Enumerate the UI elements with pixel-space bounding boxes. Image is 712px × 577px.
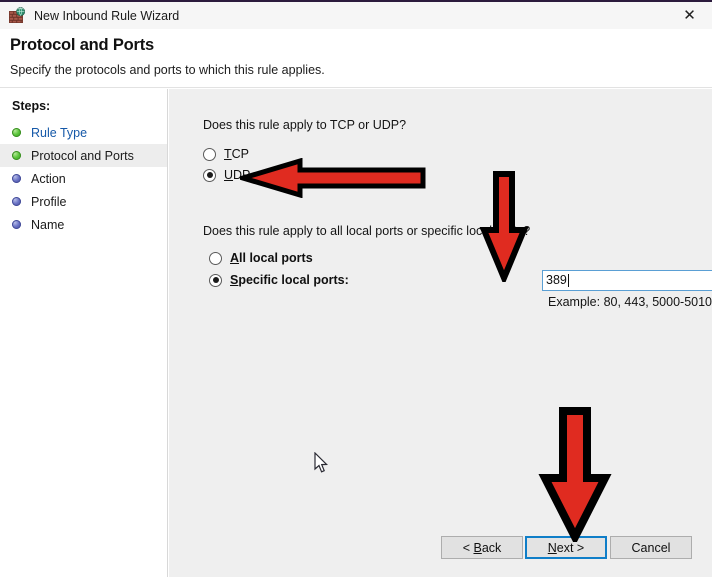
ports-example-hint: Example: 80, 443, 5000-5010: [548, 295, 712, 309]
radio-indicator: [209, 274, 222, 287]
label-rest: DP: [233, 168, 250, 182]
step-status-icon: [12, 197, 21, 206]
main-panel: Does this rule apply to TCP or UDP? TCP …: [169, 89, 712, 577]
step-status-icon: [12, 174, 21, 183]
sidebar-item-label: Name: [31, 218, 64, 232]
steps-heading: Steps:: [12, 99, 167, 113]
sidebar-item-label: Rule Type: [31, 126, 87, 140]
next-button[interactable]: Next >: [525, 536, 607, 559]
cancel-button[interactable]: Cancel: [610, 536, 692, 559]
page-title: Protocol and Ports: [10, 36, 154, 55]
radio-specific-local-ports[interactable]: Specific local ports:: [209, 273, 349, 287]
protocol-question: Does this rule apply to TCP or UDP?: [203, 118, 406, 132]
specific-ports-value: 389: [546, 271, 567, 290]
title-bar: New Inbound Rule Wizard ✕: [0, 2, 712, 29]
sidebar-item-label: Action: [31, 172, 66, 186]
accel-char: U: [224, 168, 233, 182]
radio-all-local-ports[interactable]: All local ports: [209, 251, 313, 265]
label-rest: CP: [232, 147, 249, 161]
accel-char: N: [548, 541, 557, 555]
sidebar-item-protocol-and-ports[interactable]: Protocol and Ports: [0, 144, 167, 167]
radio-indicator: [209, 252, 222, 265]
radio-tcp[interactable]: TCP: [203, 147, 249, 161]
window-title: New Inbound Rule Wizard: [34, 9, 179, 23]
label-rest: pecific local ports:: [238, 273, 348, 287]
steps-sidebar: Steps: Rule Type Protocol and Ports Acti…: [0, 89, 168, 577]
label-rest: ext >: [557, 541, 584, 555]
label-rest: ll local ports: [239, 251, 313, 265]
sidebar-item-name[interactable]: Name: [0, 213, 167, 236]
ports-question: Does this rule apply to all local ports …: [203, 224, 530, 238]
sidebar-item-action[interactable]: Action: [0, 167, 167, 190]
specific-ports-input[interactable]: 389: [542, 270, 712, 291]
back-button[interactable]: < Back: [441, 536, 523, 559]
radio-udp[interactable]: UDP: [203, 168, 250, 182]
sidebar-item-rule-type[interactable]: Rule Type: [0, 121, 167, 144]
label-rest: ack: [482, 541, 501, 555]
radio-specific-local-ports-label: Specific local ports:: [230, 273, 349, 287]
radio-all-local-ports-label: All local ports: [230, 251, 313, 265]
step-status-icon: [12, 220, 21, 229]
next-button-label: Next >: [548, 541, 584, 555]
wizard-window: New Inbound Rule Wizard ✕ Protocol and P…: [0, 0, 712, 575]
page-header: Protocol and Ports Specify the protocols…: [0, 29, 712, 88]
radio-indicator: [203, 169, 216, 182]
accel-char: A: [230, 251, 239, 265]
firewall-globe-icon: [8, 7, 26, 24]
sidebar-item-profile[interactable]: Profile: [0, 190, 167, 213]
mouse-cursor-icon: [314, 452, 330, 476]
close-button[interactable]: ✕: [667, 2, 712, 29]
accel-char: B: [473, 541, 481, 555]
radio-indicator: [203, 148, 216, 161]
radio-tcp-label: TCP: [224, 147, 249, 161]
back-button-label: < Back: [463, 541, 502, 555]
radio-udp-label: UDP: [224, 168, 250, 182]
label-prefix: <: [463, 541, 474, 555]
page-subtitle: Specify the protocols and ports to which…: [10, 63, 325, 77]
cancel-button-label: Cancel: [632, 541, 671, 555]
accel-char: T: [224, 147, 232, 161]
sidebar-item-label: Protocol and Ports: [31, 149, 134, 163]
close-icon: ✕: [683, 8, 696, 23]
step-status-icon: [12, 151, 21, 160]
sidebar-item-label: Profile: [31, 195, 66, 209]
step-status-icon: [12, 128, 21, 137]
text-caret: [568, 274, 569, 287]
